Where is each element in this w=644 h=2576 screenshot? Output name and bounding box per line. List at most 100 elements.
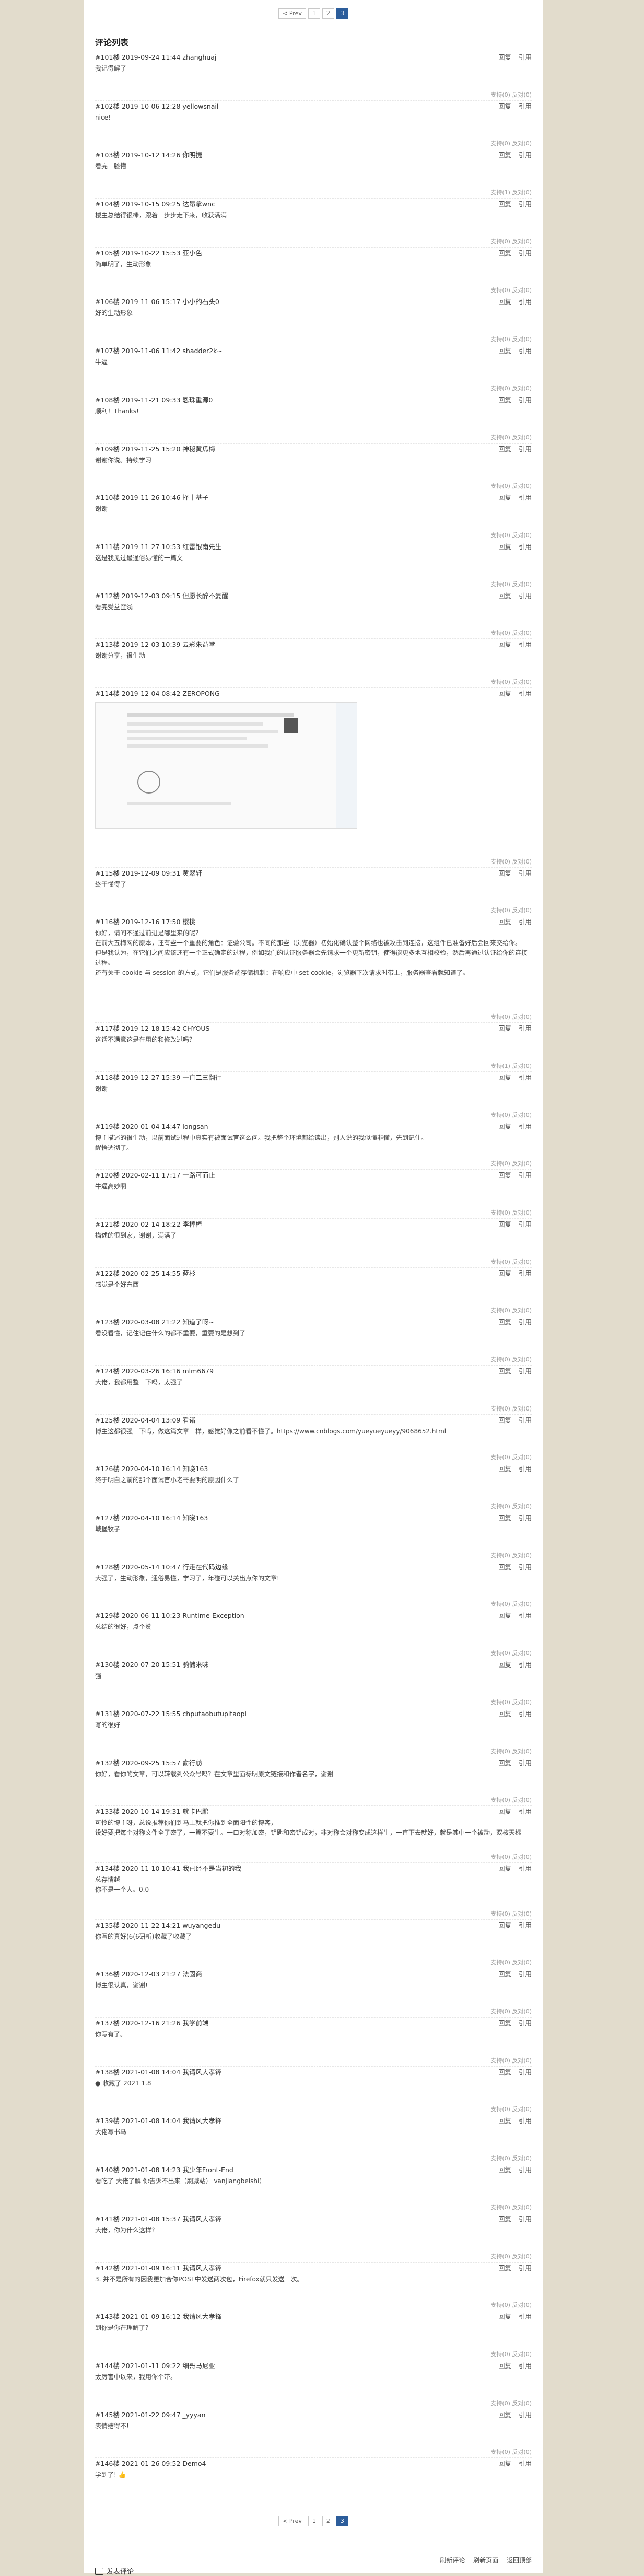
comment-votes[interactable]: 支持(0) 反对(0) bbox=[490, 2203, 532, 2211]
pagination-prev[interactable]: < Prev bbox=[278, 2516, 306, 2526]
comment-votes[interactable]: 支持(0) 反对(0) bbox=[490, 1453, 532, 1461]
reply-button[interactable]: 回复 bbox=[498, 1318, 511, 1326]
comment-votes[interactable]: 支持(0) 反对(0) bbox=[490, 2447, 532, 2456]
comment-votes[interactable]: 支持(0) 反对(0) bbox=[490, 1159, 532, 1168]
reply-button[interactable]: 回复 bbox=[498, 592, 511, 600]
quote-button[interactable]: 引用 bbox=[519, 249, 532, 257]
quote-button[interactable]: 引用 bbox=[519, 1024, 532, 1032]
reply-button[interactable]: 回复 bbox=[498, 2313, 511, 2321]
comment-votes[interactable]: 支持(0) 反对(0) bbox=[490, 433, 532, 441]
comment-votes[interactable]: 支持(0) 反对(0) bbox=[490, 906, 532, 914]
reply-button[interactable]: 回复 bbox=[498, 1563, 511, 1571]
quote-button[interactable]: 引用 bbox=[519, 1864, 532, 1872]
refresh-page-link[interactable]: 刷新页面 bbox=[473, 2557, 498, 2564]
reply-button[interactable]: 回复 bbox=[498, 1123, 511, 1130]
reply-button[interactable]: 回复 bbox=[498, 396, 511, 404]
quote-button[interactable]: 引用 bbox=[519, 1921, 532, 1929]
back-to-top-link[interactable]: 返回顶部 bbox=[507, 2557, 532, 2564]
reply-button[interactable]: 回复 bbox=[498, 1808, 511, 1815]
pagination-page-3[interactable]: 3 bbox=[336, 2516, 348, 2526]
comment-votes[interactable]: 支持(0) 反对(0) bbox=[490, 1747, 532, 1755]
quote-button[interactable]: 引用 bbox=[519, 102, 532, 110]
reply-button[interactable]: 回复 bbox=[498, 918, 511, 926]
reply-button[interactable]: 回复 bbox=[498, 1465, 511, 1473]
comment-votes[interactable]: 支持(0) 反对(0) bbox=[490, 2154, 532, 2162]
quote-button[interactable]: 引用 bbox=[519, 1759, 532, 1767]
quote-button[interactable]: 引用 bbox=[519, 494, 532, 502]
quote-button[interactable]: 引用 bbox=[519, 1514, 532, 1522]
comment-votes[interactable]: 支持(0) 反对(0) bbox=[490, 1404, 532, 1413]
comment-votes[interactable]: 支持(0) 反对(0) bbox=[490, 1909, 532, 1918]
reply-button[interactable]: 回复 bbox=[498, 1074, 511, 1081]
pagination-page-2[interactable]: 2 bbox=[322, 8, 334, 19]
reply-button[interactable]: 回复 bbox=[498, 2362, 511, 2370]
reply-button[interactable]: 回复 bbox=[498, 1416, 511, 1424]
reply-button[interactable]: 回复 bbox=[498, 1864, 511, 1872]
reply-button[interactable]: 回复 bbox=[498, 2215, 511, 2223]
reply-button[interactable]: 回复 bbox=[498, 690, 511, 697]
reply-button[interactable]: 回复 bbox=[498, 869, 511, 877]
comment-votes[interactable]: 支持(0) 反对(0) bbox=[490, 1502, 532, 1510]
comment-votes[interactable]: 支持(0) 反对(0) bbox=[490, 139, 532, 147]
quote-button[interactable]: 引用 bbox=[519, 2166, 532, 2174]
reply-button[interactable]: 回复 bbox=[498, 494, 511, 502]
comment-votes[interactable]: 支持(0) 反对(0) bbox=[490, 237, 532, 246]
quote-button[interactable]: 引用 bbox=[519, 396, 532, 404]
quote-button[interactable]: 引用 bbox=[519, 2264, 532, 2272]
reply-button[interactable]: 回复 bbox=[498, 1514, 511, 1522]
pagination-prev[interactable]: < Prev bbox=[278, 8, 306, 19]
comment-votes[interactable]: 支持(1) 反对(0) bbox=[490, 188, 532, 196]
quote-button[interactable]: 引用 bbox=[519, 1970, 532, 1978]
reply-button[interactable]: 回复 bbox=[498, 640, 511, 648]
quote-button[interactable]: 引用 bbox=[519, 2117, 532, 2125]
quote-button[interactable]: 引用 bbox=[519, 543, 532, 551]
comment-votes[interactable]: 支持(1) 反对(0) bbox=[490, 1062, 532, 1070]
comment-votes[interactable]: 支持(0) 反对(0) bbox=[490, 1012, 532, 1021]
quote-button[interactable]: 引用 bbox=[519, 2362, 532, 2370]
reply-button[interactable]: 回复 bbox=[498, 1220, 511, 1228]
comment-votes[interactable]: 支持(0) 反对(0) bbox=[490, 1649, 532, 1657]
quote-button[interactable]: 引用 bbox=[519, 200, 532, 208]
comment-votes[interactable]: 支持(0) 反对(0) bbox=[490, 384, 532, 392]
comment-votes[interactable]: 支持(0) 反对(0) bbox=[490, 2399, 532, 2407]
comment-votes[interactable]: 支持(0) 反对(0) bbox=[490, 678, 532, 686]
quote-button[interactable]: 引用 bbox=[519, 1269, 532, 1277]
reply-button[interactable]: 回复 bbox=[498, 151, 511, 159]
quote-button[interactable]: 引用 bbox=[519, 2411, 532, 2419]
pagination-page-3[interactable]: 3 bbox=[336, 8, 348, 19]
reply-button[interactable]: 回复 bbox=[498, 1921, 511, 1929]
quote-button[interactable]: 引用 bbox=[519, 2460, 532, 2467]
quote-button[interactable]: 引用 bbox=[519, 2215, 532, 2223]
reply-button[interactable]: 回复 bbox=[498, 2166, 511, 2174]
quote-button[interactable]: 引用 bbox=[519, 918, 532, 926]
comment-votes[interactable]: 支持(0) 反对(0) bbox=[490, 531, 532, 539]
reply-button[interactable]: 回复 bbox=[498, 2117, 511, 2125]
quote-button[interactable]: 引用 bbox=[519, 1074, 532, 1081]
comment-votes[interactable]: 支持(0) 反对(0) bbox=[490, 1698, 532, 1706]
comment-votes[interactable]: 支持(0) 反对(0) bbox=[490, 2301, 532, 2309]
refresh-comments-link[interactable]: 刷新评论 bbox=[440, 2557, 465, 2564]
comment-votes[interactable]: 支持(0) 反对(0) bbox=[490, 628, 532, 637]
quote-button[interactable]: 引用 bbox=[519, 1612, 532, 1619]
comment-votes[interactable]: 支持(0) 反对(0) bbox=[490, 1257, 532, 1266]
comment-votes[interactable]: 支持(0) 反对(0) bbox=[490, 1958, 532, 1966]
quote-button[interactable]: 引用 bbox=[519, 1661, 532, 1669]
comment-votes[interactable]: 支持(0) 反对(0) bbox=[490, 1355, 532, 1363]
reply-button[interactable]: 回复 bbox=[498, 543, 511, 551]
comment-votes[interactable]: 支持(0) 反对(0) bbox=[490, 1208, 532, 1217]
comment-votes[interactable]: 支持(0) 反对(0) bbox=[490, 2350, 532, 2358]
reply-button[interactable]: 回复 bbox=[498, 2019, 511, 2027]
quote-button[interactable]: 引用 bbox=[519, 1710, 532, 1718]
reply-button[interactable]: 回复 bbox=[498, 249, 511, 257]
quote-button[interactable]: 引用 bbox=[519, 2019, 532, 2027]
comment-votes[interactable]: 支持(0) 反对(0) bbox=[490, 1306, 532, 1314]
quote-button[interactable]: 引用 bbox=[519, 869, 532, 877]
reply-button[interactable]: 回复 bbox=[498, 2460, 511, 2467]
reply-button[interactable]: 回复 bbox=[498, 1759, 511, 1767]
reply-button[interactable]: 回复 bbox=[498, 347, 511, 355]
reply-button[interactable]: 回复 bbox=[498, 53, 511, 61]
quote-button[interactable]: 引用 bbox=[519, 1220, 532, 1228]
reply-button[interactable]: 回复 bbox=[498, 2068, 511, 2076]
quote-button[interactable]: 引用 bbox=[519, 592, 532, 600]
quote-button[interactable]: 引用 bbox=[519, 445, 532, 453]
